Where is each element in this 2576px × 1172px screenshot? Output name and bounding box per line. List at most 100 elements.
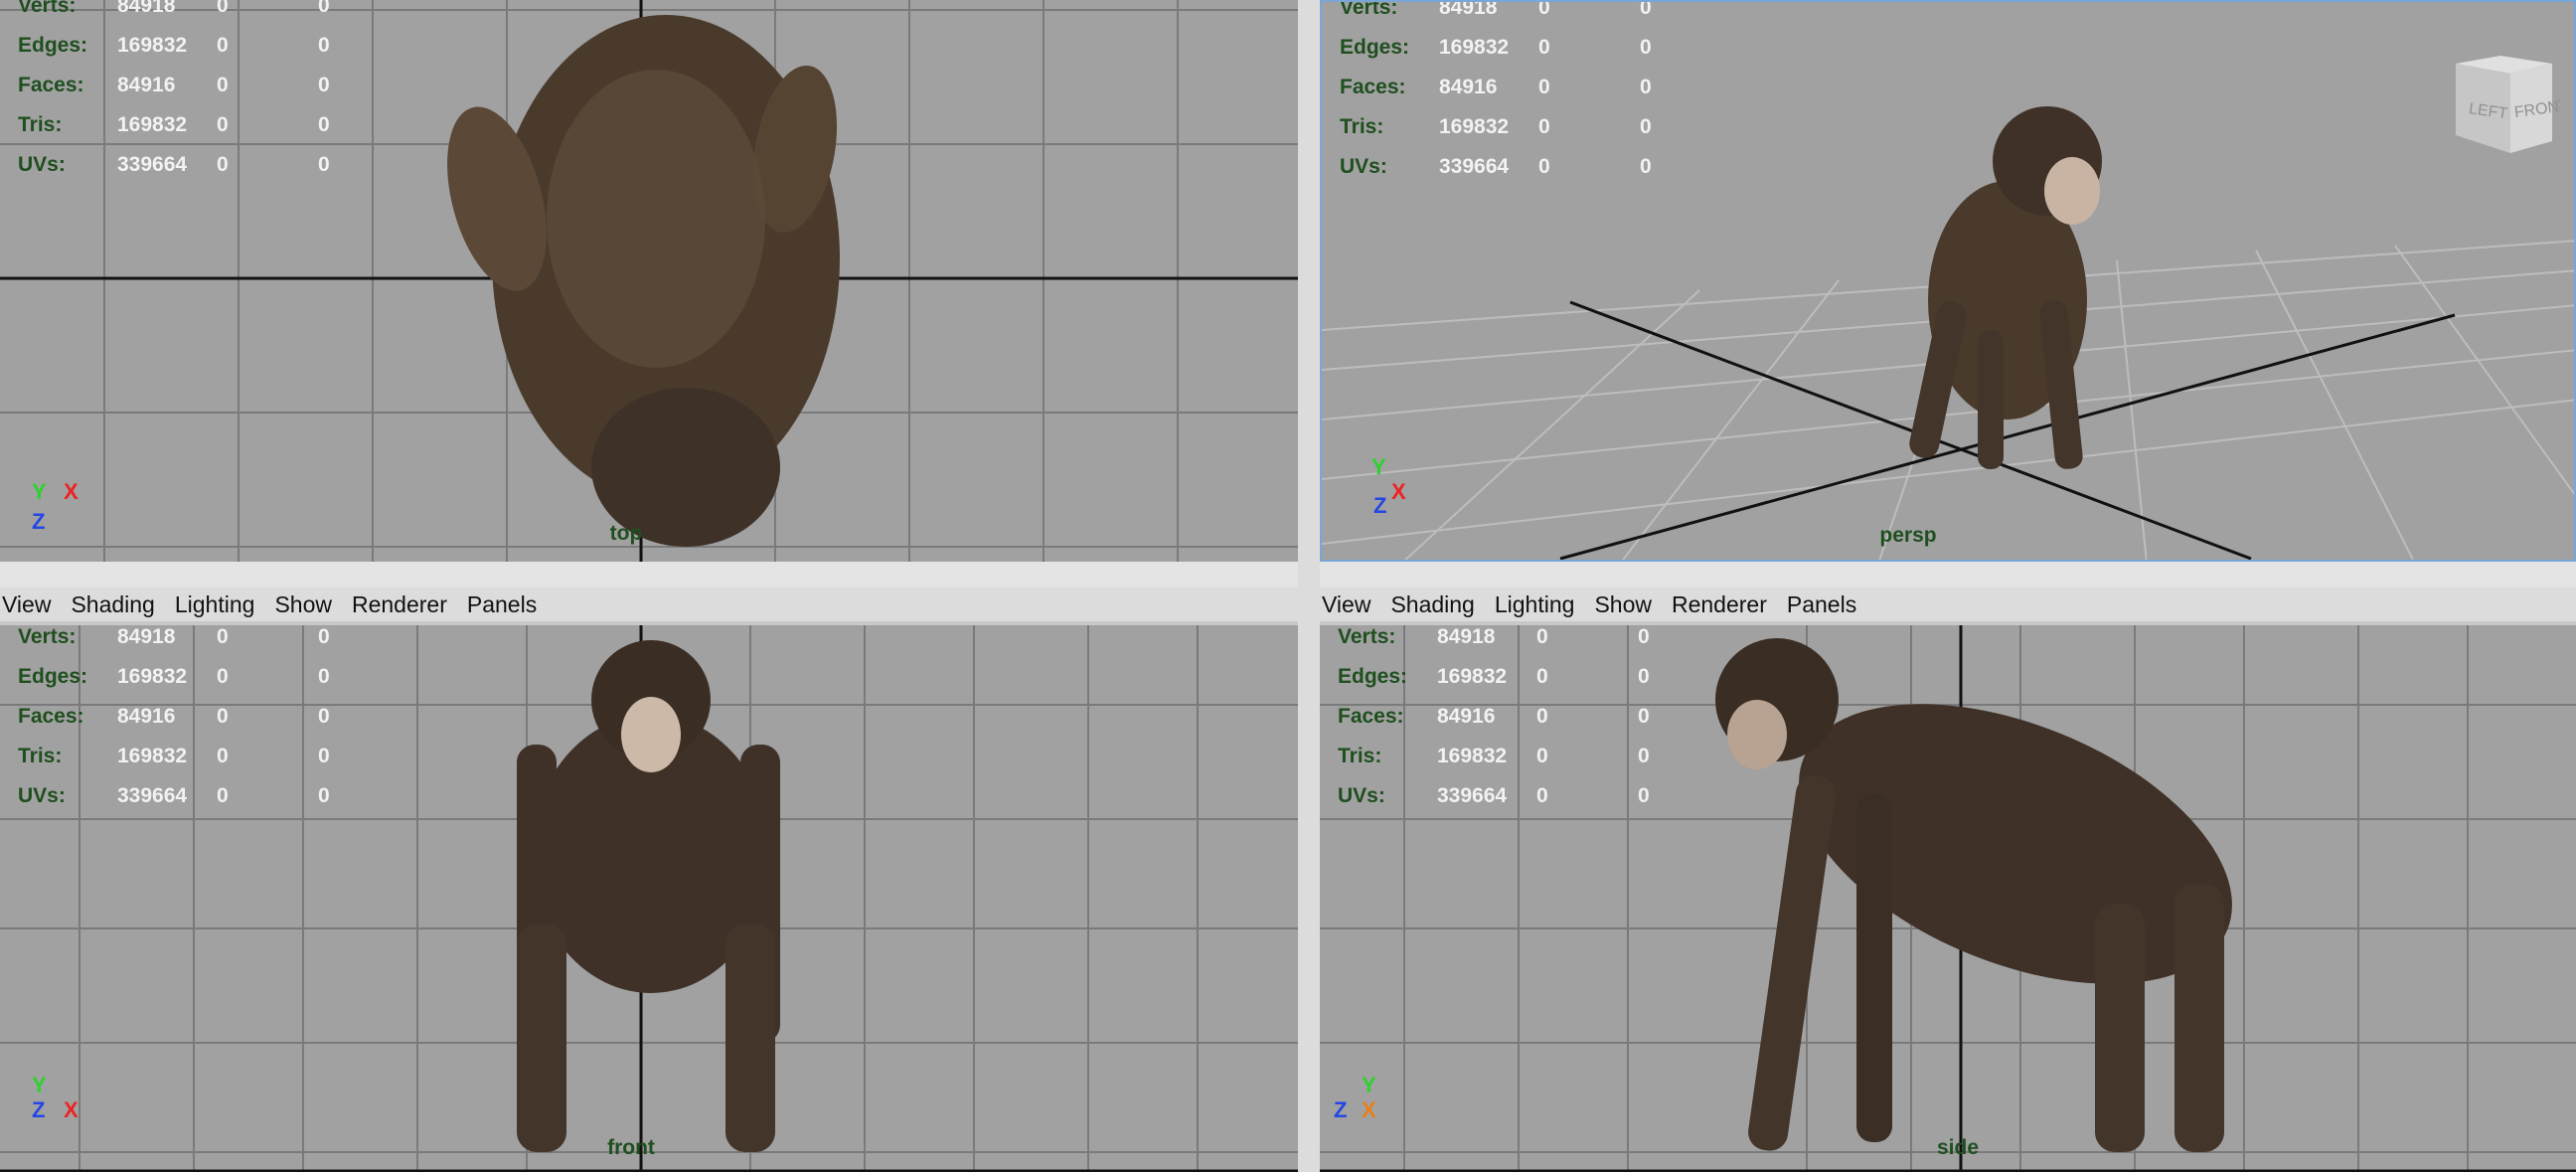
axis-x-label: X: [64, 479, 79, 504]
axis-y-label: Y: [1362, 1073, 1376, 1097]
viewport-persp[interactable]: LEFT FRONT Verts: 84918 0 0 Edges: 169832 0 0 Fa…: [1320, 0, 2576, 562]
hud-value: 169832: [1437, 665, 1508, 688]
viewport-front[interactable]: Verts: 84918 0 0 Edges: 169832 0 0 Faces: 84916 0 0…: [0, 625, 1298, 1172]
hud-label: UVs:: [1338, 784, 1385, 807]
hud-value: 0: [1536, 784, 1548, 807]
hud-value: 0: [1538, 0, 1550, 19]
hud-value: 0: [318, 625, 330, 648]
hud-value: 169832: [117, 34, 188, 57]
axis-x-label: X: [64, 1097, 79, 1122]
hud-value: 0: [318, 784, 330, 807]
hud-value: 0: [1638, 745, 1650, 767]
hud-value: 0: [1638, 665, 1650, 688]
hud-value: 84918: [117, 0, 176, 17]
hud-value: 0: [1536, 705, 1548, 728]
hud-value: 0: [217, 745, 229, 767]
hud-value: 0: [318, 705, 330, 728]
menu-view[interactable]: View: [1320, 591, 1380, 618]
hud-value: 0: [1538, 155, 1550, 178]
hud-label: Edges:: [18, 34, 88, 57]
chimp-model-front: [517, 640, 780, 1152]
menu-show[interactable]: Show: [1594, 591, 1662, 618]
hud-value: 0: [217, 74, 229, 96]
hud-label: Verts:: [1338, 625, 1396, 648]
hud-label: Faces:: [18, 74, 84, 96]
hud-value: 0: [1638, 784, 1650, 807]
hud-value: 0: [1638, 625, 1650, 648]
hud-value: 169832: [117, 745, 188, 767]
hud-value: 84916: [1437, 705, 1496, 728]
hud-value: 0: [217, 0, 229, 17]
hud-value: 339664: [1437, 784, 1508, 807]
hud-value: 0: [217, 665, 229, 688]
menu-show[interactable]: Show: [274, 591, 342, 618]
axis-z-label: Z: [32, 1097, 46, 1122]
hud-value: 84916: [117, 74, 176, 96]
viewport-top[interactable]: Verts: 84918 0 0 Edges: 169832 0 0 Faces: 84916 0 0…: [0, 0, 1298, 562]
menu-lighting[interactable]: Lighting: [1495, 591, 1585, 618]
hud-value: 169832: [117, 113, 188, 136]
hud-label: Tris:: [1338, 745, 1382, 767]
hud-value: 169832: [1437, 745, 1508, 767]
chimp-model-side: [1715, 638, 2232, 1152]
axis-z-label: Z: [1334, 1097, 1348, 1122]
hud-value: 0: [217, 153, 229, 176]
hud-value: 0: [318, 665, 330, 688]
axis-x-label: X: [1362, 1097, 1376, 1122]
hud-value: 0: [1538, 36, 1550, 59]
hud-label: Faces:: [1340, 76, 1406, 98]
pane-divider-horizontal[interactable]: [0, 562, 2576, 587]
viewport-menubar-side: View Shading Lighting Show Renderer Pane…: [1320, 587, 2576, 621]
menu-shading[interactable]: Shading: [71, 591, 164, 618]
hud-label: UVs:: [18, 153, 66, 176]
hud-label: Edges:: [1338, 665, 1408, 688]
viewport-side[interactable]: Verts: 84918 0 0 Edges: 169832 0 0 Faces: 84916 0 0…: [1320, 625, 2576, 1172]
hud-value: 339664: [1439, 155, 1510, 178]
pane-divider-vertical[interactable]: [1298, 0, 1320, 1172]
menu-renderer[interactable]: Renderer: [1672, 591, 1777, 618]
hud-value: 84916: [1439, 76, 1498, 98]
axis-z-label: Z: [32, 509, 46, 534]
hud-value: 0: [318, 34, 330, 57]
camera-label-side: side: [1936, 1136, 1980, 1159]
hud-value: 0: [1536, 745, 1548, 767]
hud-value: 0: [1640, 36, 1652, 59]
hud-value: 0: [1640, 155, 1652, 178]
hud-label: Tris:: [18, 745, 63, 767]
menu-shading[interactable]: Shading: [1390, 591, 1484, 618]
hud-value: 84918: [117, 625, 176, 648]
hud-label: Faces:: [18, 705, 84, 728]
hud-value: 0: [217, 113, 229, 136]
axis-y-label: Y: [32, 479, 47, 504]
hud-label: Edges:: [1340, 36, 1410, 59]
hud-value: 0: [318, 153, 330, 176]
hud-value: 0: [217, 34, 229, 57]
menu-renderer[interactable]: Renderer: [352, 591, 457, 618]
hud-value: 169832: [1439, 36, 1510, 59]
menu-panels[interactable]: Panels: [1787, 591, 1866, 618]
hud-value: 339664: [117, 153, 188, 176]
menu-panels[interactable]: Panels: [467, 591, 547, 618]
hud-label: Tris:: [18, 113, 63, 136]
menu-view[interactable]: View: [0, 591, 61, 618]
hud-label: Verts:: [1340, 0, 1398, 19]
camera-label-persp: persp: [1879, 524, 1937, 547]
menu-lighting[interactable]: Lighting: [175, 591, 265, 618]
hud-value: 84916: [117, 705, 176, 728]
axis-y-label: Y: [32, 1073, 47, 1097]
chimp-model-top: [447, 15, 840, 547]
hud-value: 0: [217, 784, 229, 807]
grid-front: [0, 625, 1298, 1172]
chimp-model-persp: [1909, 106, 2102, 469]
hud-value: 0: [1536, 665, 1548, 688]
hud-label: UVs:: [1340, 155, 1387, 178]
axis-z-label: Z: [1373, 493, 1387, 518]
hud-value: 0: [318, 74, 330, 96]
hud-value: 0: [318, 0, 330, 17]
hud-value: 84918: [1437, 625, 1496, 648]
hud-value: 0: [217, 625, 229, 648]
view-cube[interactable]: LEFT FRONT: [2441, 54, 2560, 163]
hud-label: Faces:: [1338, 705, 1404, 728]
axis-y-label: Y: [1371, 454, 1386, 479]
hud-value: 339664: [117, 784, 188, 807]
